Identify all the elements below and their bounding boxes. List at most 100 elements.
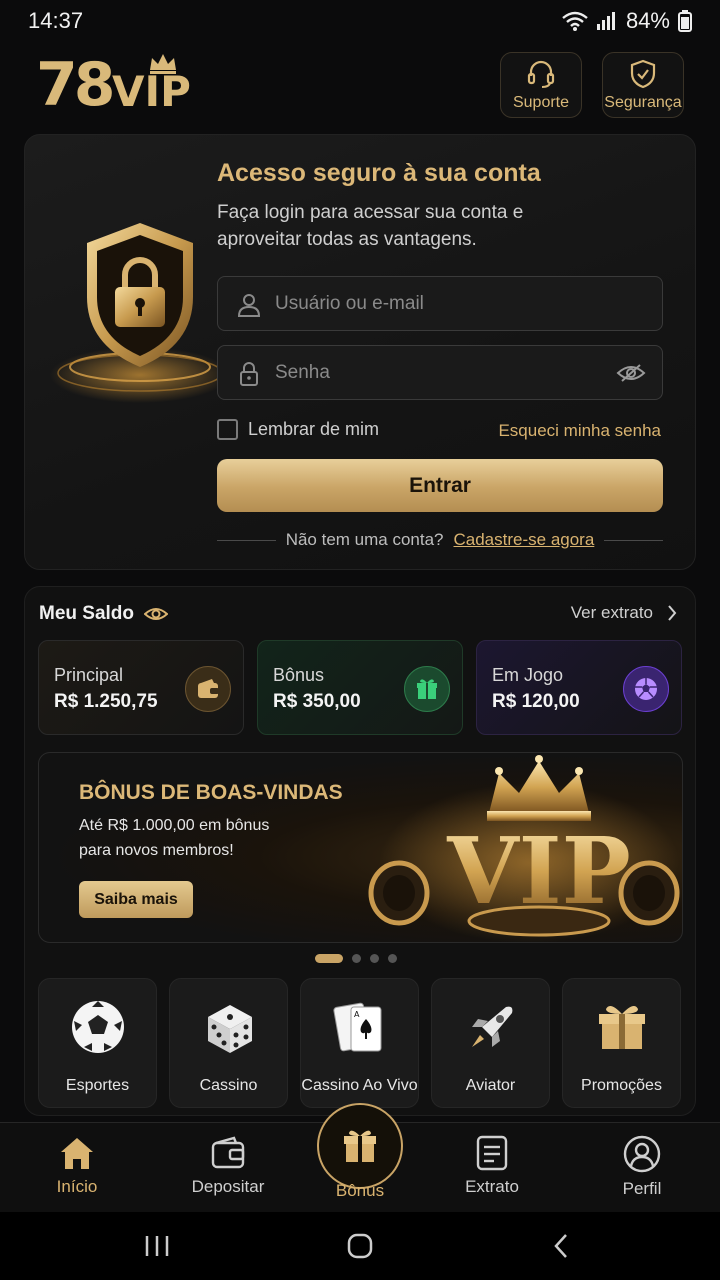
signal-icon — [596, 12, 615, 30]
balance-title: Meu Saldo — [39, 603, 135, 624]
battery-percent: 84% — [625, 8, 670, 33]
wallet-icon — [185, 666, 231, 712]
username-field[interactable]: Usuário ou e-mail — [217, 276, 663, 331]
carousel-dot[interactable] — [315, 954, 343, 963]
shield-check-icon — [630, 59, 656, 89]
category-cassino-ao-vivo[interactable]: A Cassino Ao Vivo — [300, 978, 419, 1108]
balance-value: R$ 350,00 — [273, 691, 361, 712]
battery-icon — [678, 10, 692, 32]
balance-box-ingame[interactable]: Em Jogo R$ 120,00 — [476, 640, 682, 735]
gift-icon — [563, 999, 680, 1055]
username-placeholder: Usuário ou e-mail — [275, 293, 424, 314]
balance-card: Meu Saldo Ver extrato Principal R$ 1.250… — [24, 586, 696, 1116]
nav-statement[interactable]: Extrato — [432, 1135, 552, 1205]
login-card: Acesso seguro à sua conta Faça login par… — [24, 134, 696, 570]
category-label: Aviator — [465, 1077, 516, 1094]
login-button[interactable]: Entrar — [217, 459, 663, 512]
banner-title: BÔNUS DE BOAS-VINDAS — [79, 781, 343, 804]
rocket-icon — [432, 999, 549, 1057]
lock-icon — [240, 362, 258, 386]
balance-header: Meu Saldo — [39, 603, 169, 625]
category-cassino[interactable]: Cassino — [169, 978, 288, 1108]
eye-icon[interactable] — [144, 605, 169, 623]
nav-profile[interactable]: Perfil — [582, 1135, 702, 1205]
nav-deposit-label: Depositar — [191, 1177, 265, 1196]
vip-crown-art: VIP — [368, 755, 680, 942]
nav-statement-label: Extrato — [465, 1177, 519, 1196]
nav-home[interactable]: Início — [17, 1135, 137, 1205]
support-label: Suporte — [512, 94, 570, 111]
nav-profile-label: Perfil — [622, 1179, 662, 1198]
balance-label: Bônus — [273, 665, 325, 685]
balance-box-bonus[interactable]: Bônus R$ 350,00 — [257, 640, 463, 735]
wallet-icon — [211, 1136, 245, 1169]
wifi-icon — [562, 11, 588, 31]
category-label: Cassino — [199, 1077, 258, 1094]
category-esportes[interactable]: Esportes — [38, 978, 157, 1108]
password-placeholder: Senha — [275, 362, 330, 383]
balance-label: Principal — [54, 665, 124, 685]
category-promocoes[interactable]: Promoções — [562, 978, 681, 1108]
system-nav-bar — [0, 1212, 720, 1280]
balance-label: Em Jogo — [492, 665, 564, 685]
brand-logo[interactable]: 78 VIP — [36, 52, 216, 118]
dice-icon — [170, 999, 287, 1057]
support-button[interactable]: Suporte — [500, 52, 582, 118]
divider — [217, 539, 276, 541]
category-label: Cassino Ao Vivo — [301, 1077, 418, 1094]
category-aviator[interactable]: Aviator — [431, 978, 550, 1108]
view-statement-link[interactable]: Ver extrato — [571, 603, 677, 623]
cards-icon: A — [301, 999, 418, 1057]
signup-row: Não tem uma conta? Cadastre-se agora — [217, 529, 663, 551]
banner-line-1: Até R$ 1.000,00 em bônus — [79, 817, 270, 834]
remember-checkbox[interactable] — [217, 419, 238, 440]
nav-bonus-label[interactable]: Bônus — [300, 1181, 420, 1201]
login-title: Acesso seguro à sua conta — [217, 159, 541, 187]
shield-lock-illustration — [45, 215, 235, 415]
carousel-dots — [315, 954, 397, 963]
gift-icon — [344, 1130, 376, 1162]
login-subtitle: Faça login para acessar sua conta e apro… — [217, 202, 524, 250]
remember-label: Lembrar de mim — [248, 419, 380, 439]
security-label: Segurança — [604, 94, 682, 111]
banner-subtitle: Até R$ 1.000,00 em bônus para novos memb… — [79, 813, 319, 863]
category-label: Esportes — [65, 1077, 130, 1094]
recent-apps-icon[interactable] — [144, 1234, 170, 1258]
password-field[interactable]: Senha — [217, 345, 663, 400]
chevron-right-icon — [668, 605, 677, 621]
carousel-dot[interactable] — [352, 954, 361, 963]
back-icon[interactable] — [552, 1232, 570, 1260]
nav-bonus[interactable] — [317, 1103, 403, 1189]
soccer-ball-icon — [39, 999, 156, 1055]
carousel-dot[interactable] — [370, 954, 379, 963]
category-label: Promoções — [581, 1077, 662, 1094]
carousel-dot[interactable] — [388, 954, 397, 963]
nav-deposit[interactable]: Depositar — [168, 1135, 288, 1205]
gift-icon — [404, 666, 450, 712]
document-icon — [476, 1135, 508, 1171]
headset-icon — [527, 60, 555, 88]
no-account-text: Não tem uma conta? — [285, 530, 444, 549]
balance-value: R$ 1.250,75 — [54, 691, 158, 712]
profile-icon — [623, 1135, 661, 1173]
bottom-nav: Início Depositar Bônus Extrato Perfil — [0, 1103, 720, 1212]
status-time: 14:37 — [28, 8, 84, 33]
status-icons: 84% — [562, 8, 692, 34]
logo-number: 78 — [36, 50, 115, 120]
security-button[interactable]: Segurança — [602, 52, 684, 118]
divider — [604, 539, 663, 541]
forgot-password-link[interactable]: Esqueci minha senha — [498, 421, 661, 441]
nav-home-label: Início — [56, 1177, 98, 1196]
svg-text:A: A — [354, 1010, 360, 1019]
crown-icon — [150, 54, 176, 74]
banner-line-2: para novos membros! — [79, 842, 234, 859]
balance-box-principal[interactable]: Principal R$ 1.250,75 — [38, 640, 244, 735]
user-icon — [237, 294, 261, 317]
home-button-icon[interactable] — [346, 1232, 374, 1260]
signup-link[interactable]: Cadastre-se agora — [454, 530, 595, 550]
learn-more-button[interactable]: Saiba mais — [79, 881, 193, 918]
view-statement-label: Ver extrato — [570, 603, 653, 622]
remember-me[interactable]: Lembrar de mim — [217, 419, 379, 440]
eye-off-icon[interactable] — [616, 361, 646, 385]
welcome-bonus-banner[interactable]: BÔNUS DE BOAS-VINDAS Até R$ 1.000,00 em … — [38, 752, 683, 943]
